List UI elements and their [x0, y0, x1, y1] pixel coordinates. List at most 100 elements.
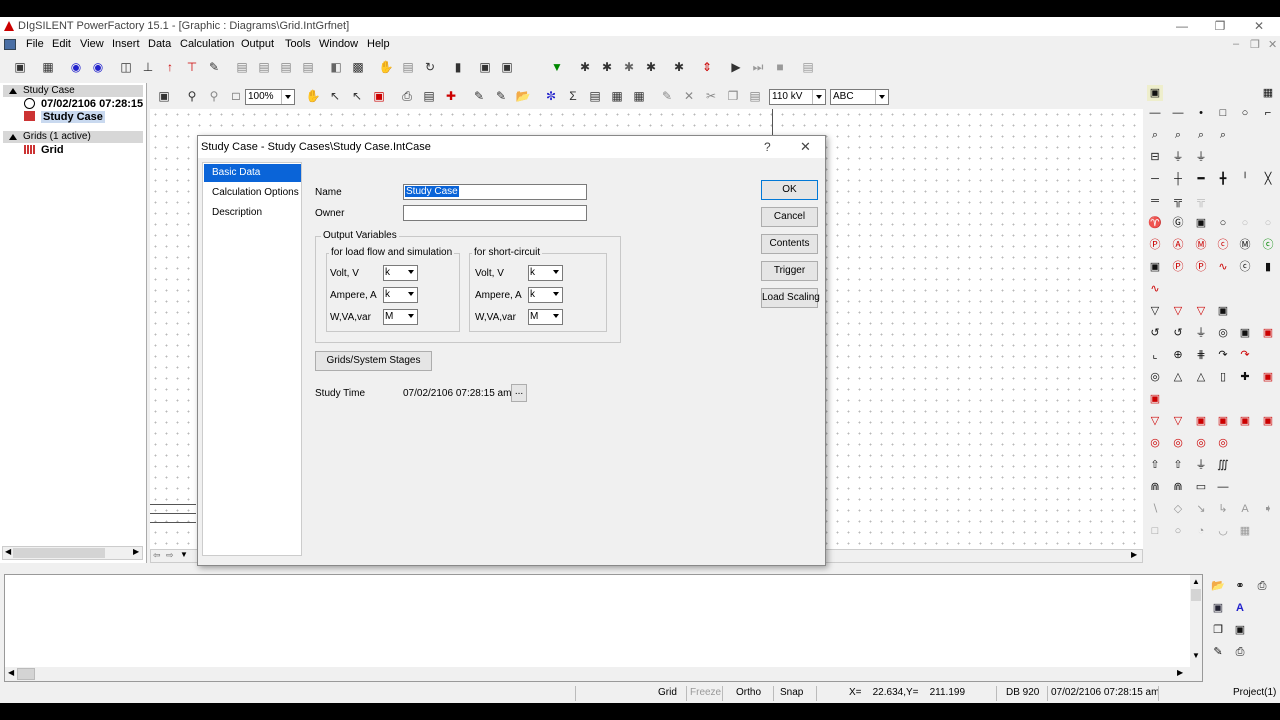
font-icon[interactable]: A — [1232, 600, 1248, 616]
open-icon[interactable]: 📂 — [515, 88, 531, 104]
node-icon[interactable]: ○ — [1215, 215, 1231, 231]
sc-ampere-select[interactable]: k — [528, 287, 563, 303]
rotate-icon[interactable]: ↷ — [1237, 347, 1253, 363]
control-icon[interactable]: ◎ — [1193, 435, 1209, 451]
connector-icon[interactable]: ⋒ — [1170, 479, 1186, 495]
measure-icon[interactable]: ▣ — [1237, 413, 1253, 429]
measure-icon[interactable]: ▣ — [1215, 413, 1231, 429]
circle-icon[interactable]: ○ — [1237, 105, 1253, 121]
cancel-button[interactable]: Cancel — [761, 207, 818, 227]
palette-icon[interactable]: ✼ — [543, 88, 559, 104]
wind-icon[interactable]: Ⓟ — [1193, 259, 1209, 275]
database-icon[interactable]: ◉ — [68, 59, 84, 75]
load-scaling-button[interactable]: Load Scaling — [761, 288, 820, 308]
scroll-end-icon[interactable]: ▶ — [1131, 550, 1137, 559]
source-icon[interactable]: ▣ — [1193, 215, 1209, 231]
generator-icon[interactable]: Ⓟ — [1147, 237, 1163, 253]
scroll-left-icon[interactable]: ⇦ — [153, 550, 161, 561]
select-free-icon[interactable]: ↖ — [349, 88, 365, 104]
print-setup-icon[interactable]: ⎙ — [1232, 644, 1248, 660]
dialog-close-icon[interactable]: ✕ — [800, 139, 811, 155]
generator-icon[interactable]: ⓒ — [1215, 237, 1231, 253]
scroll-down-icon[interactable]: ▼ — [1192, 651, 1200, 660]
insert-icon[interactable]: ✎ — [471, 88, 487, 104]
busbar-icon[interactable]: ─ — [1147, 171, 1163, 187]
calc-icon-2[interactable]: ▤ — [256, 59, 272, 75]
busbar-icon[interactable]: ━ — [1193, 171, 1209, 187]
menu-view[interactable]: View — [80, 38, 104, 50]
close-icon[interactable]: ✕ — [1249, 18, 1269, 34]
measure-icon[interactable]: ▣ — [1260, 413, 1276, 429]
graphic-layout-icon[interactable]: ▣ — [1147, 85, 1163, 101]
trigger-button[interactable]: Trigger — [761, 261, 818, 281]
open-file-icon[interactable]: 📂 — [1210, 578, 1226, 594]
switch-icon[interactable]: ⌕ — [1170, 127, 1186, 143]
ok-button[interactable]: OK — [761, 180, 818, 200]
output-vscrollbar[interactable]: ▲ ▼ — [1190, 575, 1202, 681]
network-icon[interactable]: ◉ — [90, 59, 106, 75]
contents-button[interactable]: Contents — [761, 234, 818, 254]
collapse-icon[interactable] — [9, 88, 17, 94]
play-icon[interactable]: ▶ — [728, 59, 744, 75]
source-icon[interactable]: Ⓖ — [1170, 215, 1186, 231]
delete-icon[interactable]: ✕ — [681, 88, 697, 104]
data-manager-icon[interactable]: ▦ — [40, 59, 56, 75]
text-style-select[interactable]: ABC — [830, 89, 889, 105]
diag-line-icon[interactable]: ∖ — [1147, 501, 1163, 517]
tree-item-study-case[interactable]: Study Case — [24, 111, 105, 123]
menu-calculation[interactable]: Calculation — [180, 38, 234, 50]
arrow-icon[interactable]: ⇧ — [1147, 457, 1163, 473]
pv-icon[interactable]: Ⓟ — [1170, 259, 1186, 275]
scroll-thumb[interactable] — [1191, 589, 1201, 601]
help-icon[interactable]: ? — [764, 140, 771, 154]
tree-item-grid[interactable]: Grid — [24, 144, 64, 156]
zoom-icon[interactable]: ⚲ — [184, 88, 200, 104]
line-icon[interactable]: — — [1170, 105, 1186, 121]
chevron-down-icon[interactable] — [405, 309, 418, 323]
terminal-icon[interactable]: ┼ — [1170, 171, 1186, 187]
reactor-icon[interactable]: ↺ — [1170, 325, 1186, 341]
down-arrow-icon[interactable]: ▼ — [549, 59, 565, 75]
polyline-icon[interactable]: ⌐ — [1260, 105, 1276, 121]
sim-icon-2[interactable]: ✱ — [599, 59, 615, 75]
annotate-icon[interactable]: ✎ — [493, 88, 509, 104]
hand-icon[interactable]: ✋ — [305, 88, 321, 104]
palette-menu-icon[interactable]: ▦ — [1260, 85, 1276, 101]
switch-icon[interactable]: ⌕ — [1215, 127, 1231, 143]
tree-section-study-case[interactable]: Study Case — [3, 85, 143, 97]
print-icon[interactable]: ⎙ — [399, 88, 415, 104]
copy-icon[interactable]: ❐ — [725, 88, 741, 104]
reactor-icon[interactable]: ↺ — [1147, 325, 1163, 341]
tool-icon-2[interactable]: ▩ — [350, 59, 366, 75]
refresh-icon[interactable]: ↻ — [422, 59, 438, 75]
tool-icon-4[interactable]: ▤ — [400, 59, 416, 75]
status-freeze[interactable]: Freeze — [690, 687, 721, 698]
menu-insert[interactable]: Insert — [112, 38, 140, 50]
lf-volt-select[interactable]: k — [383, 265, 418, 281]
converter-icon[interactable]: ◎ — [1215, 325, 1231, 341]
transformer-icon[interactable]: ▽ — [1147, 303, 1163, 319]
voltage-select[interactable]: 110 kV — [769, 89, 826, 105]
scroll-right-icon[interactable]: ▶ — [1177, 668, 1183, 677]
switch-icon[interactable]: ⌕ — [1193, 127, 1209, 143]
converter-icon[interactable]: ▣ — [1237, 325, 1253, 341]
chevron-down-icon[interactable] — [812, 90, 825, 104]
box-icon[interactable]: ▭ — [1193, 479, 1209, 495]
clear-icon[interactable]: ✎ — [1210, 644, 1226, 660]
sim-icon-3[interactable]: ✱ — [621, 59, 637, 75]
meter-icon[interactable]: ▣ — [1147, 259, 1163, 275]
tree-item-date[interactable]: 07/02/2106 07:28:15 — [24, 98, 143, 110]
section-icon[interactable]: ╵ — [1237, 171, 1253, 187]
storage-icon[interactable]: ∿ — [1215, 259, 1231, 275]
impedance-icon[interactable]: ▣ — [1147, 391, 1163, 407]
chevron-down-icon[interactable] — [550, 287, 563, 301]
lf-ampere-select[interactable]: k — [383, 287, 418, 303]
rect-icon[interactable]: □ — [1147, 523, 1163, 539]
calc-icon-4[interactable]: ▤ — [300, 59, 316, 75]
control-icon[interactable]: ◎ — [1170, 435, 1186, 451]
scroll-left-icon[interactable]: ◀ — [8, 668, 14, 677]
page-icon[interactable]: □ — [228, 88, 244, 104]
tool-icon-5[interactable]: ▮ — [450, 59, 466, 75]
result-box-icon[interactable]: ▤ — [587, 88, 603, 104]
chevron-down-icon[interactable] — [405, 287, 418, 301]
